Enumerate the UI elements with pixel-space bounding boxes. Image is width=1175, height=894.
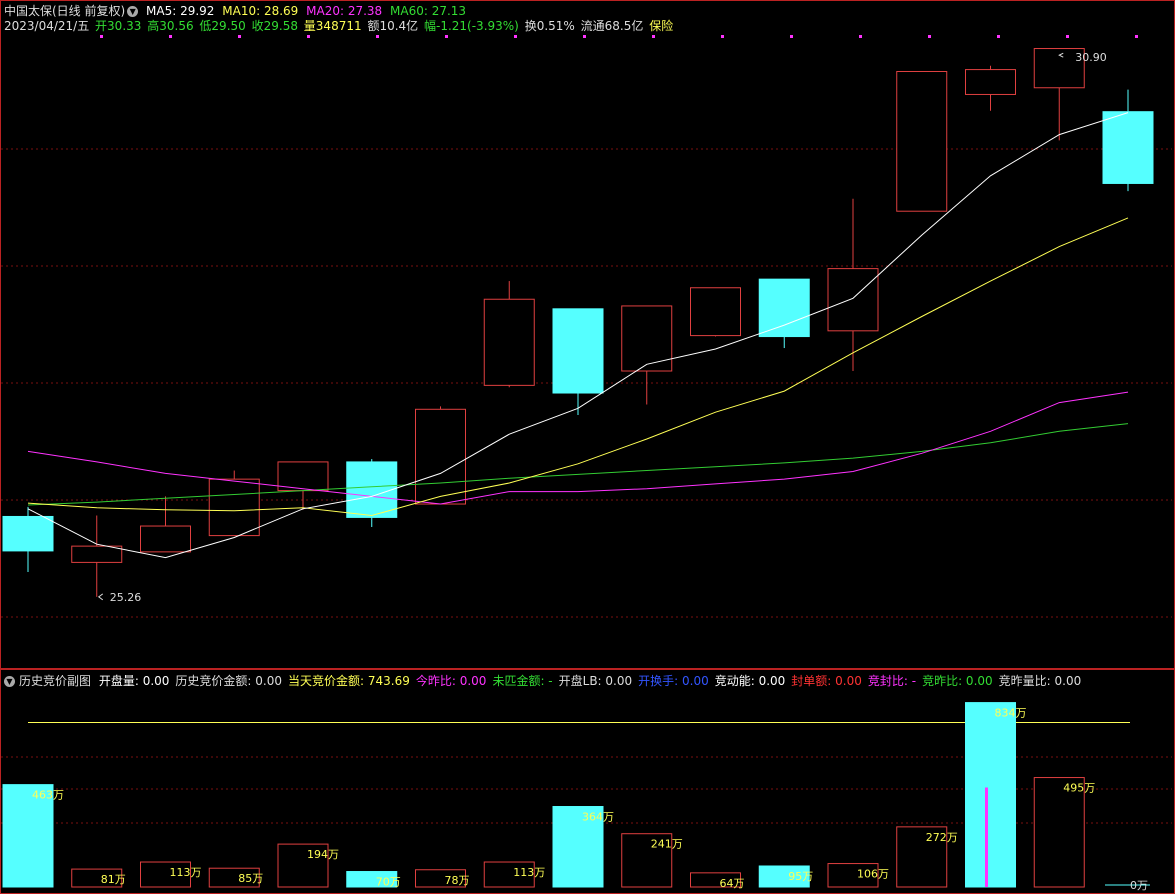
candle-body-5	[346, 461, 398, 518]
top-marker-dot-1	[100, 35, 103, 38]
top-marker-dot-13	[928, 35, 931, 38]
candle-body-0	[2, 515, 54, 552]
low-price-label: 25.26	[110, 591, 142, 604]
auction-bar-label-3: 85万	[238, 872, 263, 885]
auction-bar-label-12: 106万	[857, 868, 889, 881]
top-marker-dot-16	[1135, 35, 1138, 38]
top-marker-dot-8	[583, 35, 586, 38]
top-marker-dot-4	[307, 35, 310, 38]
top-marker-dot-5	[376, 35, 379, 38]
top-marker-dot-6	[445, 35, 448, 38]
candle-body-6	[415, 408, 466, 505]
auction-bar-label-0: 463万	[32, 789, 64, 802]
auction-bar-label-14: 834万	[995, 707, 1027, 720]
auction-bar-label-10: 64万	[720, 877, 745, 890]
auction-bar-label-2: 113万	[170, 866, 202, 879]
top-marker-dot-3	[238, 35, 241, 38]
candle-body-1	[71, 545, 123, 563]
auction-bar-label-5: 70万	[376, 876, 401, 889]
auction-bar-label-8: 364万	[582, 811, 614, 824]
candle-body-14	[965, 69, 1016, 95]
candle-body-16	[1102, 111, 1154, 184]
top-marker-dot-11	[790, 35, 793, 38]
sub-bottom-label: 0万	[1130, 879, 1148, 892]
auction-bar-14	[965, 702, 1016, 888]
candle-body-7	[483, 298, 535, 386]
top-marker-dot-12	[859, 35, 862, 38]
candle-body-9	[621, 305, 673, 372]
low-arrow-icon	[97, 593, 104, 601]
top-marker-dot-14	[997, 35, 1000, 38]
candle-body-11	[758, 278, 810, 338]
top-marker-dot-7	[514, 35, 517, 38]
top-marker-dot-9	[652, 35, 655, 38]
top-marker-dot-2	[169, 35, 172, 38]
auction-bar-label-7: 113万	[513, 866, 545, 879]
candle-body-12	[827, 268, 879, 332]
auction-bar-label-6: 78万	[445, 874, 470, 887]
candle-body-8	[552, 308, 604, 394]
candlestick-chart[interactable]: 30.90 25.26 463万 81万 113万 85万 194万 70万 78万 113万 36…	[0, 0, 1175, 894]
top-marker-dot-15	[1066, 35, 1069, 38]
candle-body-2	[140, 525, 191, 553]
candle-body-3	[208, 478, 260, 537]
auction-bar-label-13: 272万	[926, 831, 958, 844]
auction-bar-label-9: 241万	[651, 838, 683, 851]
candle-body-10	[690, 287, 741, 337]
auction-bar-label-11: 95万	[788, 870, 813, 883]
auction-bar-label-15: 495万	[1063, 782, 1095, 795]
auction-bar-label-4: 194万	[307, 848, 339, 861]
high-price-label: 30.90	[1075, 51, 1107, 64]
candle-body-13	[896, 70, 948, 212]
auction-bar-label-1: 81万	[101, 873, 126, 886]
top-marker-dot-10	[721, 35, 724, 38]
